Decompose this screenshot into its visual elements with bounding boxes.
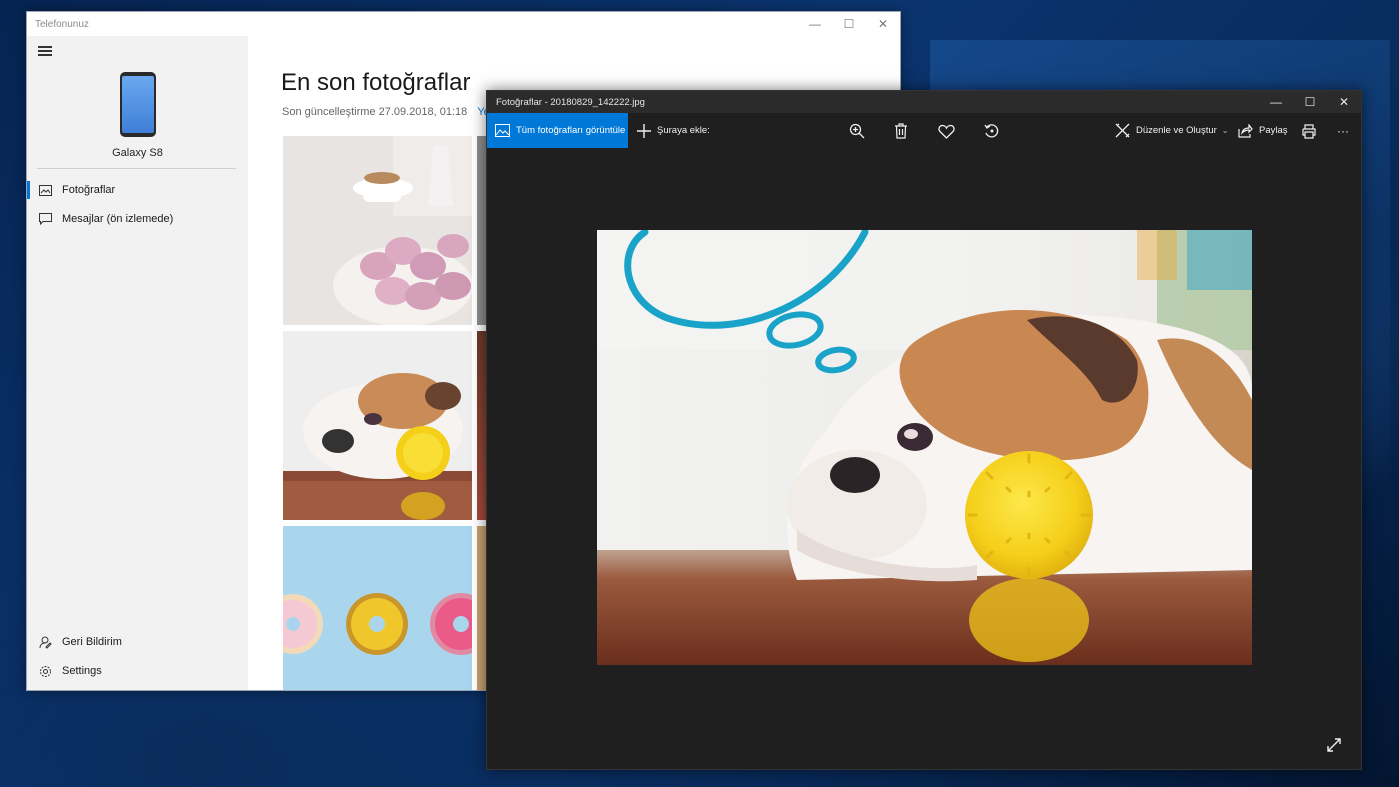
fullscreen-expand-icon[interactable]: [1326, 737, 1342, 753]
window-title: Telefonunuz: [35, 18, 89, 30]
last-updated-line: Son güncelleştirme 27.09.2018, 01:18 Ye: [282, 106, 490, 118]
sidebar-item-messages[interactable]: Mesajlar (ön izlemede): [27, 207, 248, 231]
gear-icon: [38, 664, 52, 678]
window-controls: — ☐ ✕: [798, 12, 900, 36]
photos-icon: [38, 183, 52, 197]
device-name: Galaxy S8: [112, 147, 163, 159]
title-bar: Fotoğraflar - 20180829_142222.jpg — ☐ ✕: [487, 91, 1361, 113]
plus-icon: [637, 123, 651, 138]
page-title: En son fotoğraflar: [281, 69, 471, 96]
sidebar-item-label: Geri Bildirim: [62, 636, 122, 648]
sidebar-item-label: Fotoğraflar: [62, 184, 116, 196]
maximize-button[interactable]: ☐: [1293, 91, 1327, 113]
print-icon[interactable]: [1300, 122, 1318, 140]
photo-thumbnail-donuts[interactable]: [283, 526, 472, 690]
maximize-button[interactable]: ☐: [832, 12, 866, 36]
share-icon: [1238, 123, 1253, 138]
photo-thumbnail-macarons[interactable]: [283, 136, 472, 325]
photo-stage: [487, 148, 1361, 769]
hamburger-menu-icon[interactable]: [38, 46, 52, 58]
window-controls: — ☐ ✕: [1259, 91, 1361, 115]
main-photo-dog[interactable]: [597, 230, 1252, 665]
more-options-button[interactable]: ···: [1337, 113, 1349, 148]
sidebar-item-feedback[interactable]: Geri Bildirim: [27, 630, 248, 654]
delete-icon[interactable]: [892, 122, 910, 140]
favorite-heart-icon[interactable]: [937, 122, 955, 140]
edit-create-button[interactable]: Düzenle ve Oluştur ⌄: [1115, 113, 1229, 148]
more-options-label: ···: [1337, 123, 1349, 138]
add-to-button[interactable]: Şuraya ekle:: [637, 123, 710, 138]
message-icon: [38, 212, 52, 226]
photo-thumbnail-dog[interactable]: [283, 331, 472, 520]
rotate-icon[interactable]: [983, 122, 1001, 140]
sidebar-item-label: Settings: [62, 665, 102, 677]
view-all-photos-button[interactable]: Tüm fotoğrafları görüntüle: [487, 113, 628, 148]
image-icon: [495, 124, 510, 137]
sidebar-item-label: Mesajlar (ön izlemede): [62, 213, 174, 225]
chevron-down-icon: ⌄: [1221, 126, 1229, 135]
toolbar: Tüm fotoğrafları görüntüle Şuraya ekle: …: [487, 113, 1361, 148]
edit-create-label: Düzenle ve Oluştur: [1136, 125, 1217, 136]
feedback-icon: [38, 635, 52, 649]
share-button[interactable]: Paylaş: [1238, 113, 1288, 148]
photos-viewer-window: Fotoğraflar - 20180829_142222.jpg — ☐ ✕ …: [486, 90, 1362, 770]
minimize-button[interactable]: —: [1259, 91, 1293, 113]
minimize-button[interactable]: —: [798, 12, 832, 36]
zoom-icon[interactable]: [848, 122, 866, 140]
window-title: Fotoğraflar - 20180829_142222.jpg: [496, 96, 645, 108]
close-button[interactable]: ✕: [866, 12, 900, 36]
add-to-label: Şuraya ekle:: [657, 125, 710, 136]
last-updated-text: Son güncelleştirme 27.09.2018, 01:18: [282, 106, 468, 118]
sidebar-item-settings[interactable]: Settings: [27, 659, 248, 683]
sidebar-divider: [37, 168, 236, 169]
title-bar: Telefonunuz — ☐ ✕: [27, 12, 900, 36]
view-all-photos-label: Tüm fotoğrafları görüntüle: [516, 125, 626, 136]
close-button[interactable]: ✕: [1327, 91, 1361, 113]
phone-device-icon: [120, 72, 156, 137]
sidebar-item-photos[interactable]: Fotoğraflar: [27, 178, 248, 202]
share-label: Paylaş: [1259, 125, 1288, 136]
edit-tools-icon: [1115, 123, 1130, 138]
sidebar: Galaxy S8 Fotoğraflar Mesajlar (ön izlem…: [27, 36, 248, 690]
